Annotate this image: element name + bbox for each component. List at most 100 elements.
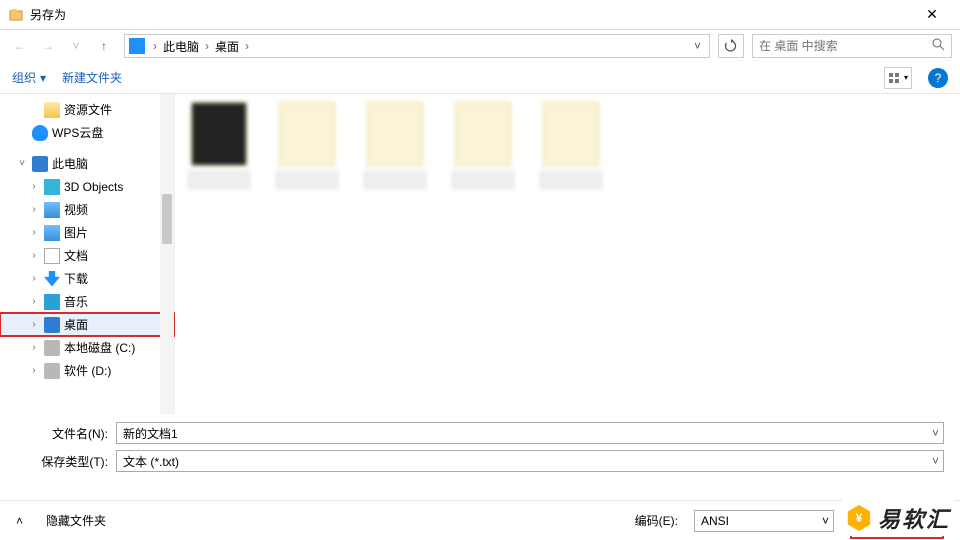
tree-item-3D Objects[interactable]: › 3D Objects — [0, 175, 174, 198]
organize-button[interactable]: 组织 ▾ — [12, 69, 46, 86]
monitor-icon — [44, 317, 60, 333]
watermark-logo-icon: ¥ — [846, 505, 872, 531]
hide-folders-link[interactable]: 隐藏文件夹 — [46, 512, 106, 529]
title-bar: 另存为 ✕ — [0, 0, 960, 30]
dropdown-icon[interactable]: ˅ — [932, 426, 939, 440]
dropdown-icon[interactable]: ˅ — [822, 514, 829, 528]
folder-thumb[interactable] — [539, 102, 603, 190]
tree-item-文档[interactable]: › 文档 — [0, 244, 174, 267]
forward-button[interactable]: → — [36, 34, 60, 58]
organize-label: 组织 — [12, 69, 36, 86]
search-icon — [932, 38, 945, 54]
view-options-button[interactable]: ▾ — [884, 67, 912, 89]
encoding-select[interactable]: ANSI ˅ — [694, 510, 834, 532]
save-type-value: 文本 (*.txt) — [123, 453, 179, 470]
folder-thumb[interactable] — [275, 102, 339, 190]
folder-thumb[interactable] — [451, 102, 515, 190]
nav-bar: ← → ˅ ↑ › 此电脑 › 桌面 › ˅ — [0, 30, 960, 62]
file-list[interactable] — [175, 94, 960, 414]
expand-icon[interactable]: › — [28, 227, 40, 238]
help-button[interactable]: ? — [928, 68, 948, 88]
tree-item-label: 下载 — [64, 270, 88, 287]
expand-icon[interactable]: › — [28, 273, 40, 284]
recent-dropdown[interactable]: ˅ — [64, 34, 88, 58]
tree-item-资源文件[interactable]: ·资源文件 — [0, 98, 174, 121]
folder-icon — [44, 102, 60, 118]
folder-thumb[interactable] — [187, 102, 251, 190]
expand-icon[interactable]: › — [28, 250, 40, 261]
tree-item-此电脑[interactable]: ˅ 此电脑 — [0, 152, 174, 175]
tree-item-下载[interactable]: › 下载 — [0, 267, 174, 290]
crumb-sep-icon: › — [149, 39, 161, 53]
tree-item-label: 此电脑 — [52, 155, 88, 172]
tree-item-label: 文档 — [64, 247, 88, 264]
tree-item-label: 3D Objects — [64, 180, 123, 194]
filename-value: 新的文档1 — [123, 425, 178, 442]
disk-icon — [44, 363, 60, 379]
disk-icon — [44, 340, 60, 356]
tree-item-软件 (D:)[interactable]: › 软件 (D:) — [0, 359, 174, 382]
expand-icon[interactable]: ˄ — [16, 514, 30, 528]
footer: ˄ 隐藏文件夹 编码(E): ANSI ˅ 保存 — [0, 500, 960, 540]
save-type-label: 保存类型(T): — [16, 453, 116, 470]
filename-input[interactable]: 新的文档1 ˅ — [116, 422, 944, 444]
nav-tree: ·资源文件·WPS云盘˅此电脑›3D Objects›视频›图片›文档›下载›音… — [0, 94, 175, 414]
tree-item-视频[interactable]: › 视频 — [0, 198, 174, 221]
music-icon — [44, 294, 60, 310]
dropdown-icon: ▾ — [40, 71, 46, 85]
tree-item-label: 软件 (D:) — [64, 362, 111, 379]
save-form: 文件名(N): 新的文档1 ˅ 保存类型(T): 文本 (*.txt) ˅ — [0, 414, 960, 484]
close-button[interactable]: ✕ — [912, 6, 952, 23]
crumb-sep-icon: › — [201, 39, 213, 53]
tree-item-桌面[interactable]: › 桌面 — [0, 313, 174, 336]
img-icon — [44, 225, 60, 241]
toolbar: 组织 ▾ 新建文件夹 ▾ ? — [0, 62, 960, 94]
expand-icon[interactable]: › — [28, 296, 40, 307]
encoding-value: ANSI — [701, 514, 729, 528]
new-folder-button[interactable]: 新建文件夹 — [62, 69, 122, 86]
scrollbar-thumb[interactable] — [162, 194, 172, 244]
cube-icon — [44, 179, 60, 195]
tree-item-本地磁盘 (C:)[interactable]: › 本地磁盘 (C:) — [0, 336, 174, 359]
tree-item-音乐[interactable]: › 音乐 — [0, 290, 174, 313]
app-icon — [8, 7, 24, 23]
tree-item-label: 桌面 — [64, 316, 88, 333]
tree-scrollbar[interactable] — [160, 94, 174, 414]
monitor-icon — [32, 156, 48, 172]
back-button[interactable]: ← — [8, 34, 32, 58]
folder-thumb[interactable] — [363, 102, 427, 190]
tree-item-图片[interactable]: ›图片 — [0, 221, 174, 244]
body-area: ·资源文件·WPS云盘˅此电脑›3D Objects›视频›图片›文档›下载›音… — [0, 94, 960, 414]
down-icon — [44, 271, 60, 287]
encoding-label: 编码(E): — [635, 512, 678, 529]
expand-icon[interactable]: › — [28, 319, 40, 330]
img-icon — [44, 202, 60, 218]
address-dropdown-icon[interactable]: ˅ — [690, 39, 705, 53]
expand-icon[interactable]: › — [28, 181, 40, 192]
dropdown-icon[interactable]: ˅ — [932, 454, 939, 468]
save-type-select[interactable]: 文本 (*.txt) ˅ — [116, 450, 944, 472]
tree-item-label: 视频 — [64, 201, 88, 218]
address-bar[interactable]: › 此电脑 › 桌面 › ˅ — [124, 34, 710, 58]
expand-icon[interactable]: › — [28, 365, 40, 376]
doc-icon — [44, 248, 60, 264]
tree-item-label: 资源文件 — [64, 101, 112, 118]
crumb-this-pc[interactable]: 此电脑 — [161, 38, 201, 55]
crumb-sep-icon: › — [241, 39, 253, 53]
expand-icon[interactable]: ˅ — [16, 158, 28, 169]
tree-item-label: 音乐 — [64, 293, 88, 310]
up-button[interactable]: ↑ — [92, 34, 116, 58]
crumb-desktop[interactable]: 桌面 — [213, 38, 241, 55]
watermark-text: 易软汇 — [878, 502, 950, 534]
search-input[interactable] — [759, 39, 932, 53]
tree-item-label: 本地磁盘 (C:) — [64, 339, 135, 356]
refresh-button[interactable] — [718, 34, 744, 58]
tree-item-WPS云盘[interactable]: ·WPS云盘 — [0, 121, 174, 144]
search-box[interactable] — [752, 34, 952, 58]
cloud-icon — [32, 125, 48, 141]
window-title: 另存为 — [30, 6, 912, 23]
tree-item-label: WPS云盘 — [52, 124, 103, 141]
expand-icon[interactable]: › — [28, 342, 40, 353]
watermark: ¥ 易软汇 — [842, 500, 954, 536]
expand-icon[interactable]: › — [28, 204, 40, 215]
